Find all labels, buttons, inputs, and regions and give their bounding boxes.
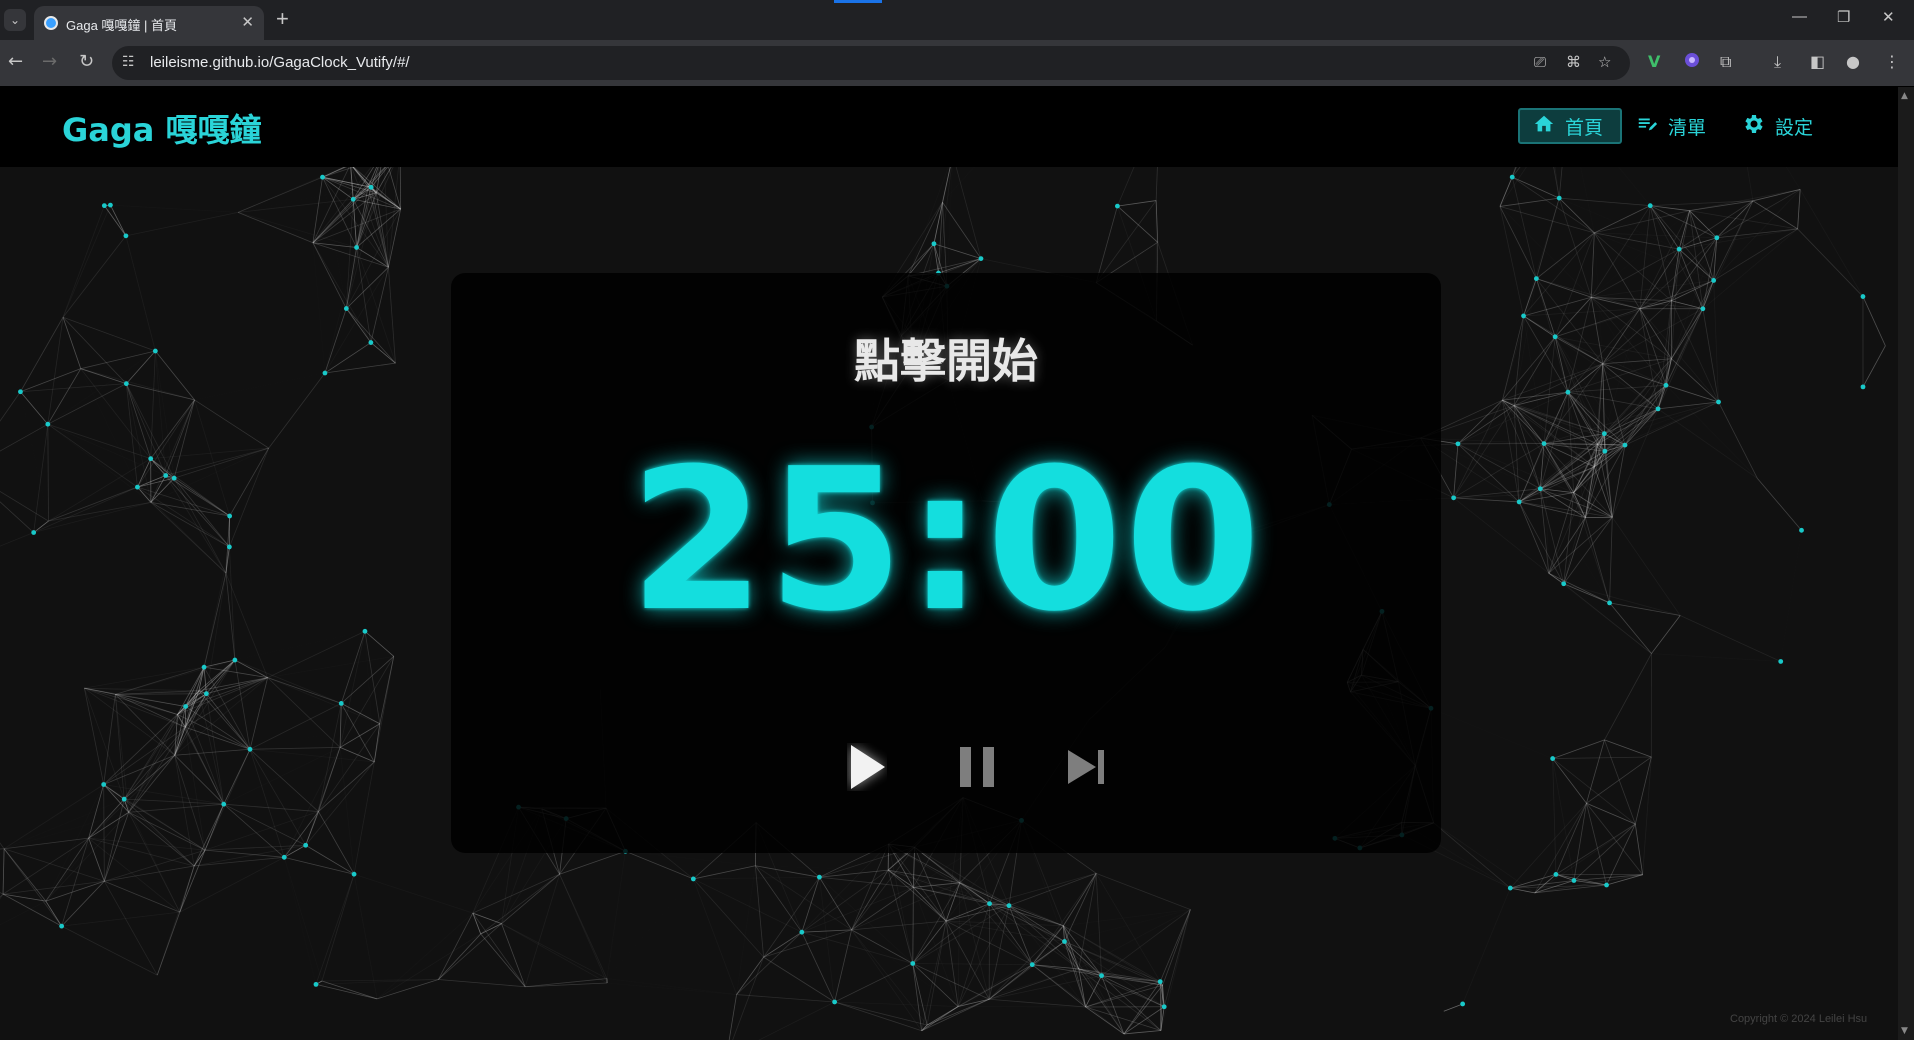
play-icon: [847, 743, 887, 795]
bookmark-star-icon[interactable]: ☆: [1598, 53, 1611, 71]
home-icon: [1533, 113, 1555, 140]
nav-list[interactable]: 清單: [1623, 108, 1727, 144]
window-close-icon[interactable]: ✕: [1882, 8, 1895, 26]
window-indicator: [834, 0, 882, 3]
reload-icon[interactable]: ↻: [79, 51, 94, 72]
skip-next-icon: [1066, 748, 1108, 790]
extension-circle-icon[interactable]: [1684, 52, 1700, 72]
page-scrollbar[interactable]: ▲ ▼: [1898, 87, 1914, 1040]
translate-icon[interactable]: ⌘: [1566, 53, 1581, 71]
profile-icon[interactable]: ●: [1846, 52, 1860, 71]
restore-icon[interactable]: ❐: [1837, 8, 1850, 26]
app-bar: Gaga 嘎嘎鐘 首頁 清單 設定: [0, 87, 1898, 167]
minimize-icon[interactable]: —: [1792, 8, 1807, 25]
install-app-icon[interactable]: ⎚: [1534, 53, 1546, 71]
page-viewport: Gaga 嘎嘎鐘 首頁 清單 設定 點擊開始 25:00 Copyright ©…: [0, 87, 1898, 1040]
nav-settings-label: 設定: [1775, 116, 1814, 139]
browser-toolbar: ← → ↻ ☷ leileisme.github.io/GagaClock_Vu…: [0, 40, 1914, 87]
play-button[interactable]: [835, 737, 899, 801]
browser-tab-strip: ⌄ Gaga 嘎嘎鐘 | 首頁 ✕ + — ❐ ✕: [0, 0, 1914, 40]
pause-button[interactable]: [945, 737, 1009, 801]
time-display: 25:00: [629, 427, 1263, 655]
extensions-puzzle-icon[interactable]: ⧉: [1720, 52, 1731, 72]
address-bar[interactable]: ☷ leileisme.github.io/GagaClock_Vutify/#…: [112, 46, 1630, 80]
forward-icon[interactable]: →: [42, 51, 57, 72]
scroll-up-icon[interactable]: ▲: [1901, 91, 1908, 101]
browser-tab-active[interactable]: Gaga 嘎嘎鐘 | 首頁 ✕: [34, 6, 264, 40]
skip-button[interactable]: [1055, 737, 1119, 801]
nav-home[interactable]: 首頁: [1518, 108, 1622, 144]
playlist-edit-icon: [1636, 113, 1658, 140]
downloads-icon[interactable]: ⤓: [1774, 52, 1781, 72]
browser-menu-icon[interactable]: ⋮: [1884, 52, 1900, 71]
url-text[interactable]: leileisme.github.io/GagaClock_Vutify/#/: [150, 54, 410, 71]
copyright-text: Copyright © 2024 Leilei Hsu: [1730, 1013, 1868, 1025]
side-panel-icon[interactable]: ◧: [1810, 52, 1825, 71]
pause-icon: [957, 745, 997, 793]
scroll-down-icon[interactable]: ▼: [1901, 1026, 1908, 1036]
gear-icon: [1741, 112, 1765, 141]
site-info-icon[interactable]: ☷: [122, 54, 135, 70]
new-tab-button[interactable]: +: [276, 6, 289, 32]
back-icon[interactable]: ←: [8, 51, 23, 72]
brand-title[interactable]: Gaga 嘎嘎鐘: [62, 105, 262, 151]
site-favicon-icon: [44, 16, 58, 30]
timer-status: 點擊開始: [854, 334, 1038, 388]
nav-settings[interactable]: 設定: [1728, 108, 1832, 144]
timer-card: 點擊開始 25:00: [451, 273, 1441, 853]
tab-title: Gaga 嘎嘎鐘 | 首頁: [66, 18, 178, 33]
nav-list-label: 清單: [1668, 116, 1707, 139]
nav-home-label: 首頁: [1565, 116, 1604, 139]
tab-search-button[interactable]: ⌄: [4, 9, 26, 31]
tab-close-icon[interactable]: ✕: [241, 13, 254, 31]
vue-devtools-extension-icon[interactable]: V: [1648, 52, 1660, 71]
